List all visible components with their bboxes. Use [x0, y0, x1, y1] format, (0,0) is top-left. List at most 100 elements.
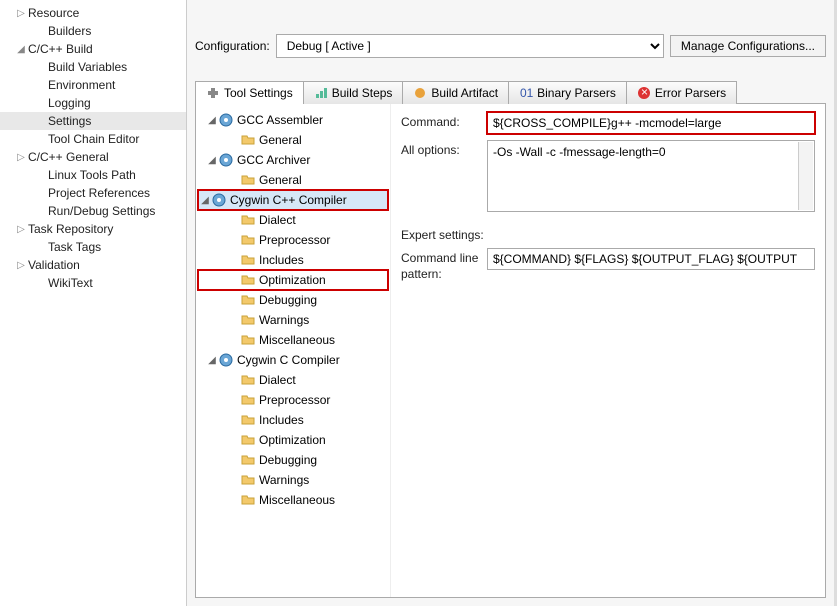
sidebar-item-project-references[interactable]: Project References	[0, 184, 186, 202]
sidebar-item-label: WikiText	[48, 276, 93, 290]
tree-item-dialect[interactable]: Dialect	[198, 370, 388, 390]
tree-item-label: Preprocessor	[259, 393, 330, 407]
svg-text:010: 010	[520, 86, 533, 100]
folder-icon	[240, 212, 256, 228]
sidebar-item-task-tags[interactable]: Task Tags	[0, 238, 186, 256]
tree-item-miscellaneous[interactable]: Miscellaneous	[198, 490, 388, 510]
sidebar-item-environment[interactable]: Environment	[0, 76, 186, 94]
compiler-icon	[218, 352, 234, 368]
tree-item-gcc-assembler[interactable]: ◢GCC Assembler	[198, 110, 388, 130]
compiler-icon	[211, 192, 227, 208]
expand-arrow-icon: ◢	[206, 115, 218, 126]
sidebar-item-run-debug-settings[interactable]: Run/Debug Settings	[0, 202, 186, 220]
tree-item-label: GCC Archiver	[237, 153, 310, 167]
all-options-label: All options:	[401, 140, 479, 157]
sidebar-item-label: Logging	[48, 96, 91, 110]
tree-item-general[interactable]: General	[198, 130, 388, 150]
folder-icon	[240, 412, 256, 428]
command-line-pattern-label: Command line pattern:	[401, 248, 479, 282]
tree-item-includes[interactable]: Includes	[198, 250, 388, 270]
tree-item-preprocessor[interactable]: Preprocessor	[198, 230, 388, 250]
tab-build-artifact[interactable]: Build Artifact	[402, 81, 509, 104]
expand-arrow-icon: ▷	[14, 8, 28, 19]
tab-build-steps[interactable]: Build Steps	[303, 81, 404, 104]
sidebar-item-build-variables[interactable]: Build Variables	[0, 58, 186, 76]
manage-configurations-button[interactable]: Manage Configurations...	[670, 35, 826, 57]
tree-item-debugging[interactable]: Debugging	[198, 450, 388, 470]
tree-item-warnings[interactable]: Warnings	[198, 310, 388, 330]
tree-item-gcc-archiver[interactable]: ◢GCC Archiver	[198, 150, 388, 170]
configuration-select[interactable]: Debug [ Active ]	[276, 34, 664, 58]
sidebar-item-label: Settings	[48, 114, 91, 128]
sidebar-item-label: Builders	[48, 24, 91, 38]
expand-arrow-icon: ▷	[14, 260, 28, 271]
tree-item-label: Cygwin C Compiler	[237, 353, 340, 367]
folder-icon	[240, 172, 256, 188]
settings-tabbar: Tool Settings Build Steps Build Artifact 01…	[195, 80, 826, 104]
tree-item-cygwin-c-compiler[interactable]: ◢Cygwin C++ Compiler	[198, 190, 388, 210]
command-input[interactable]	[487, 112, 815, 134]
tab-binary-parsers[interactable]: 010 Binary Parsers	[508, 81, 627, 104]
tool-tree: ◢GCC AssemblerGeneral◢GCC ArchiverGenera…	[196, 104, 391, 597]
sidebar-item-linux-tools-path[interactable]: Linux Tools Path	[0, 166, 186, 184]
sidebar-item-label: C/C++ General	[28, 150, 109, 164]
sidebar-item-task-repository[interactable]: ▷Task Repository	[0, 220, 186, 238]
tree-item-optimization[interactable]: Optimization	[198, 430, 388, 450]
tab-error-parsers[interactable]: × Error Parsers	[626, 81, 737, 104]
tree-item-miscellaneous[interactable]: Miscellaneous	[198, 330, 388, 350]
tab-label: Build Steps	[332, 86, 393, 100]
expand-arrow-icon: ◢	[14, 44, 28, 55]
sidebar-item-builders[interactable]: Builders	[0, 22, 186, 40]
tab-label: Error Parsers	[655, 86, 726, 100]
all-options-textarea[interactable]: -Os -Wall -c -fmessage-length=0	[487, 140, 815, 212]
tree-item-debugging[interactable]: Debugging	[198, 290, 388, 310]
folder-icon	[240, 272, 256, 288]
sidebar-item-label: Build Variables	[48, 60, 127, 74]
tree-item-label: Miscellaneous	[259, 493, 335, 507]
settings-main-panel: Configuration: Debug [ Active ] Manage C…	[187, 0, 837, 606]
sidebar-item-c-c-general[interactable]: ▷C/C++ General	[0, 148, 186, 166]
sidebar-item-label: C/C++ Build	[28, 42, 93, 56]
folder-icon	[240, 312, 256, 328]
configuration-row: Configuration: Debug [ Active ] Manage C…	[195, 34, 826, 58]
expert-settings-label: Expert settings:	[401, 228, 815, 242]
folder-icon	[240, 132, 256, 148]
sidebar-item-settings[interactable]: Settings	[0, 112, 186, 130]
tool-settings-content: ◢GCC AssemblerGeneral◢GCC ArchiverGenera…	[195, 104, 826, 598]
sidebar-item-resource[interactable]: ▷Resource	[0, 4, 186, 22]
sidebar-item-validation[interactable]: ▷Validation	[0, 256, 186, 274]
binary-icon: 010	[519, 86, 533, 100]
sidebar-item-c-c-build[interactable]: ◢C/C++ Build	[0, 40, 186, 58]
tree-item-optimization[interactable]: Optimization	[198, 270, 388, 290]
sidebar-item-logging[interactable]: Logging	[0, 94, 186, 112]
artifact-icon	[413, 86, 427, 100]
tree-item-preprocessor[interactable]: Preprocessor	[198, 390, 388, 410]
tab-label: Binary Parsers	[537, 86, 616, 100]
command-line-pattern-input[interactable]	[487, 248, 815, 270]
sidebar-item-wikitext[interactable]: WikiText	[0, 274, 186, 292]
folder-icon	[240, 372, 256, 388]
folder-icon	[240, 252, 256, 268]
error-icon: ×	[637, 86, 651, 100]
folder-icon	[240, 452, 256, 468]
tab-tool-settings[interactable]: Tool Settings	[195, 81, 304, 104]
tree-item-includes[interactable]: Includes	[198, 410, 388, 430]
sidebar-item-label: Linux Tools Path	[48, 168, 136, 182]
tree-item-label: Dialect	[259, 373, 296, 387]
tree-item-dialect[interactable]: Dialect	[198, 210, 388, 230]
tree-item-cygwin-c-compiler[interactable]: ◢Cygwin C Compiler	[198, 350, 388, 370]
tree-item-label: Preprocessor	[259, 233, 330, 247]
tree-item-label: General	[259, 173, 302, 187]
configuration-label: Configuration:	[195, 39, 270, 53]
folder-icon	[240, 472, 256, 488]
tab-label: Build Artifact	[431, 86, 498, 100]
sidebar-item-label: Project References	[48, 186, 150, 200]
compiler-icon	[218, 152, 234, 168]
tree-item-warnings[interactable]: Warnings	[198, 470, 388, 490]
tree-item-label: Includes	[259, 413, 304, 427]
folder-icon	[240, 292, 256, 308]
compiler-icon	[218, 112, 234, 128]
tree-item-general[interactable]: General	[198, 170, 388, 190]
sidebar-item-label: Tool Chain Editor	[48, 132, 139, 146]
sidebar-item-tool-chain-editor[interactable]: Tool Chain Editor	[0, 130, 186, 148]
